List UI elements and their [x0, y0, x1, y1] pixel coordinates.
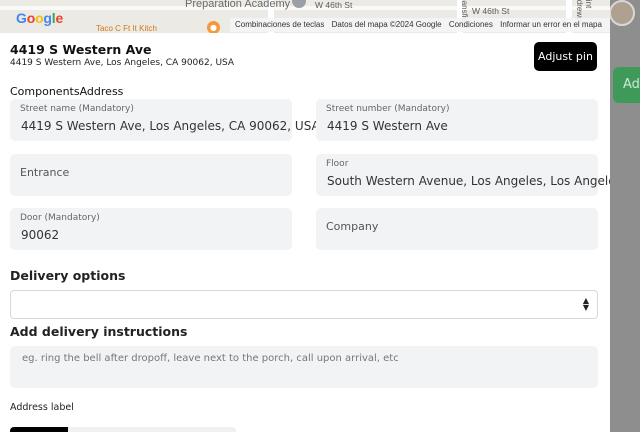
field-value: 90062 [21, 228, 60, 242]
address-label-heading: Address label [10, 402, 74, 413]
components-address-label: ComponentsAddress [10, 85, 124, 98]
address-subtitle: 4419 S Western Ave, Los Angeles, CA 9006… [10, 58, 235, 68]
field-label: Company [326, 220, 379, 233]
map[interactable]: Preparation Academy W 46th St W 46th St … [0, 0, 610, 33]
field-value: 4419 S Western Ave [327, 119, 448, 133]
delivery-instructions-heading: Add delivery instructions [10, 324, 188, 339]
map-road [0, 6, 610, 10]
terms-link[interactable]: Condiciones [449, 20, 493, 29]
background-page [610, 0, 640, 432]
instructions-placeholder: eg. ring the bell after dropoff, leave n… [22, 353, 399, 364]
field-label: Floor [326, 159, 349, 169]
google-logo: Google [16, 10, 64, 26]
address-title: 4419 S Western Ave [10, 42, 152, 57]
door-field[interactable]: Door (Mandatory) 90062 [10, 208, 292, 250]
field-label: Street number (Mandatory) [326, 104, 450, 114]
map-poi-label: Preparation Academy [185, 0, 291, 10]
delivery-options-heading: Delivery options [10, 268, 126, 283]
floor-field[interactable]: Floor South Western Avenue, Los Angeles,… [316, 154, 610, 196]
field-label: Street name (Mandatory) [20, 104, 134, 114]
map-footer: Combinaciones de teclas Datos del mapa ©… [230, 18, 610, 32]
background-avatar [609, 0, 635, 26]
address-label-option-active[interactable] [10, 427, 68, 432]
report-error-link[interactable]: Informar un error en el mapa [500, 20, 602, 29]
company-field[interactable]: Company [316, 208, 598, 250]
address-modal: Preparation Academy W 46th St W 46th St … [0, 0, 610, 432]
address-label-selector[interactable] [10, 427, 236, 432]
restaurant-pin-icon: ● [207, 21, 220, 33]
delivery-instructions-input[interactable]: eg. ring the bell after dropoff, leave n… [10, 346, 598, 388]
field-label: Door (Mandatory) [20, 213, 100, 223]
background-green-button: Add [613, 67, 640, 103]
map-street-label: W 46th St [315, 0, 353, 10]
street-number-field[interactable]: Street number (Mandatory) 4419 S Western… [316, 99, 598, 141]
select-arrows-icon: ▲ ▼ [582, 296, 589, 312]
field-label: Entrance [20, 166, 70, 179]
map-street-label: Taco C Ft It Kitch [96, 24, 157, 33]
street-name-field[interactable]: Street name (Mandatory) 4419 S Western A… [10, 99, 320, 141]
entrance-field[interactable]: Entrance [10, 154, 292, 196]
map-street-label: W 46th St [472, 6, 510, 16]
field-value: South Western Avenue, Los Angeles, Los A… [327, 174, 610, 188]
delivery-options-select[interactable]: ▲ ▼ [10, 290, 598, 319]
field-value: 4419 S Western Ave, Los Angeles, CA 9006… [21, 119, 320, 133]
map-data-text: Datos del mapa ©2024 Google [331, 20, 442, 29]
adjust-pin-button[interactable]: Adjust pin [534, 42, 597, 71]
keyboard-shortcuts-link[interactable]: Combinaciones de teclas [235, 20, 324, 29]
